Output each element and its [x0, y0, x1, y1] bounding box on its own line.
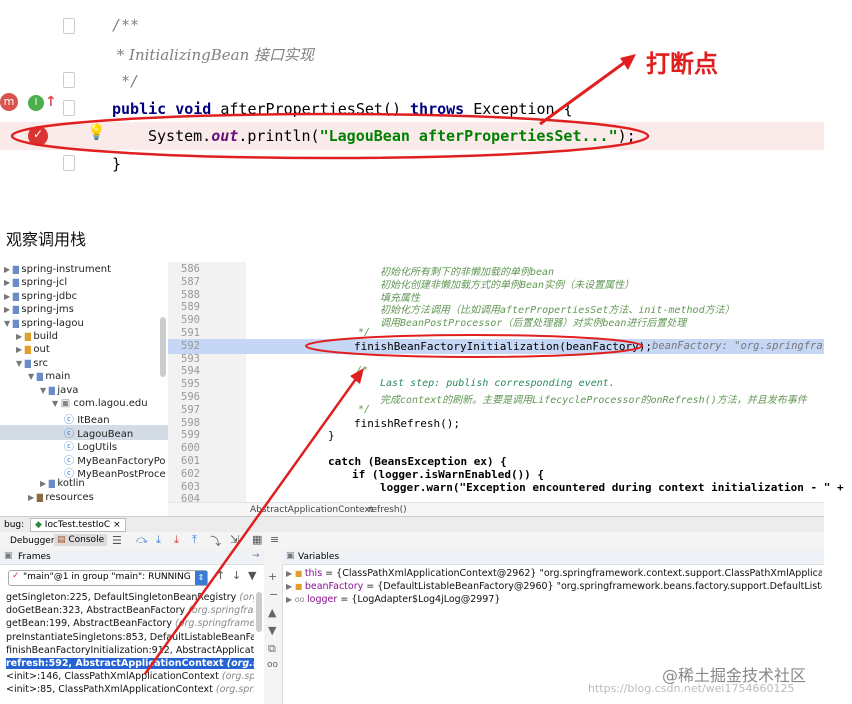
annotation-label: 打断点: [646, 50, 718, 78]
annotation-arrow-line: [539, 58, 629, 126]
watermark-url: https://blog.csdn.net/wei1754660125: [588, 682, 795, 695]
annotation-overlay: [10, 54, 650, 160]
ide-window: ▶ ▇ spring-instrument ▶ ▇ spring-jcl ▶ ▇ s…: [0, 262, 844, 704]
call-stack-arrow-head: [350, 368, 364, 384]
section-heading: 观察调用栈: [6, 230, 87, 249]
breakpoint-oval-annotation: [10, 112, 650, 160]
annotation-arrow-head: [620, 54, 636, 70]
call-stack-arrow-line: [143, 375, 360, 675]
finish-init-oval-annotation: [305, 334, 643, 358]
top-editor: m I ↑ ✓ 💡 /** * InitializingBean 接口实现 */…: [0, 0, 852, 210]
ide-annotation-overlay: [143, 334, 643, 675]
